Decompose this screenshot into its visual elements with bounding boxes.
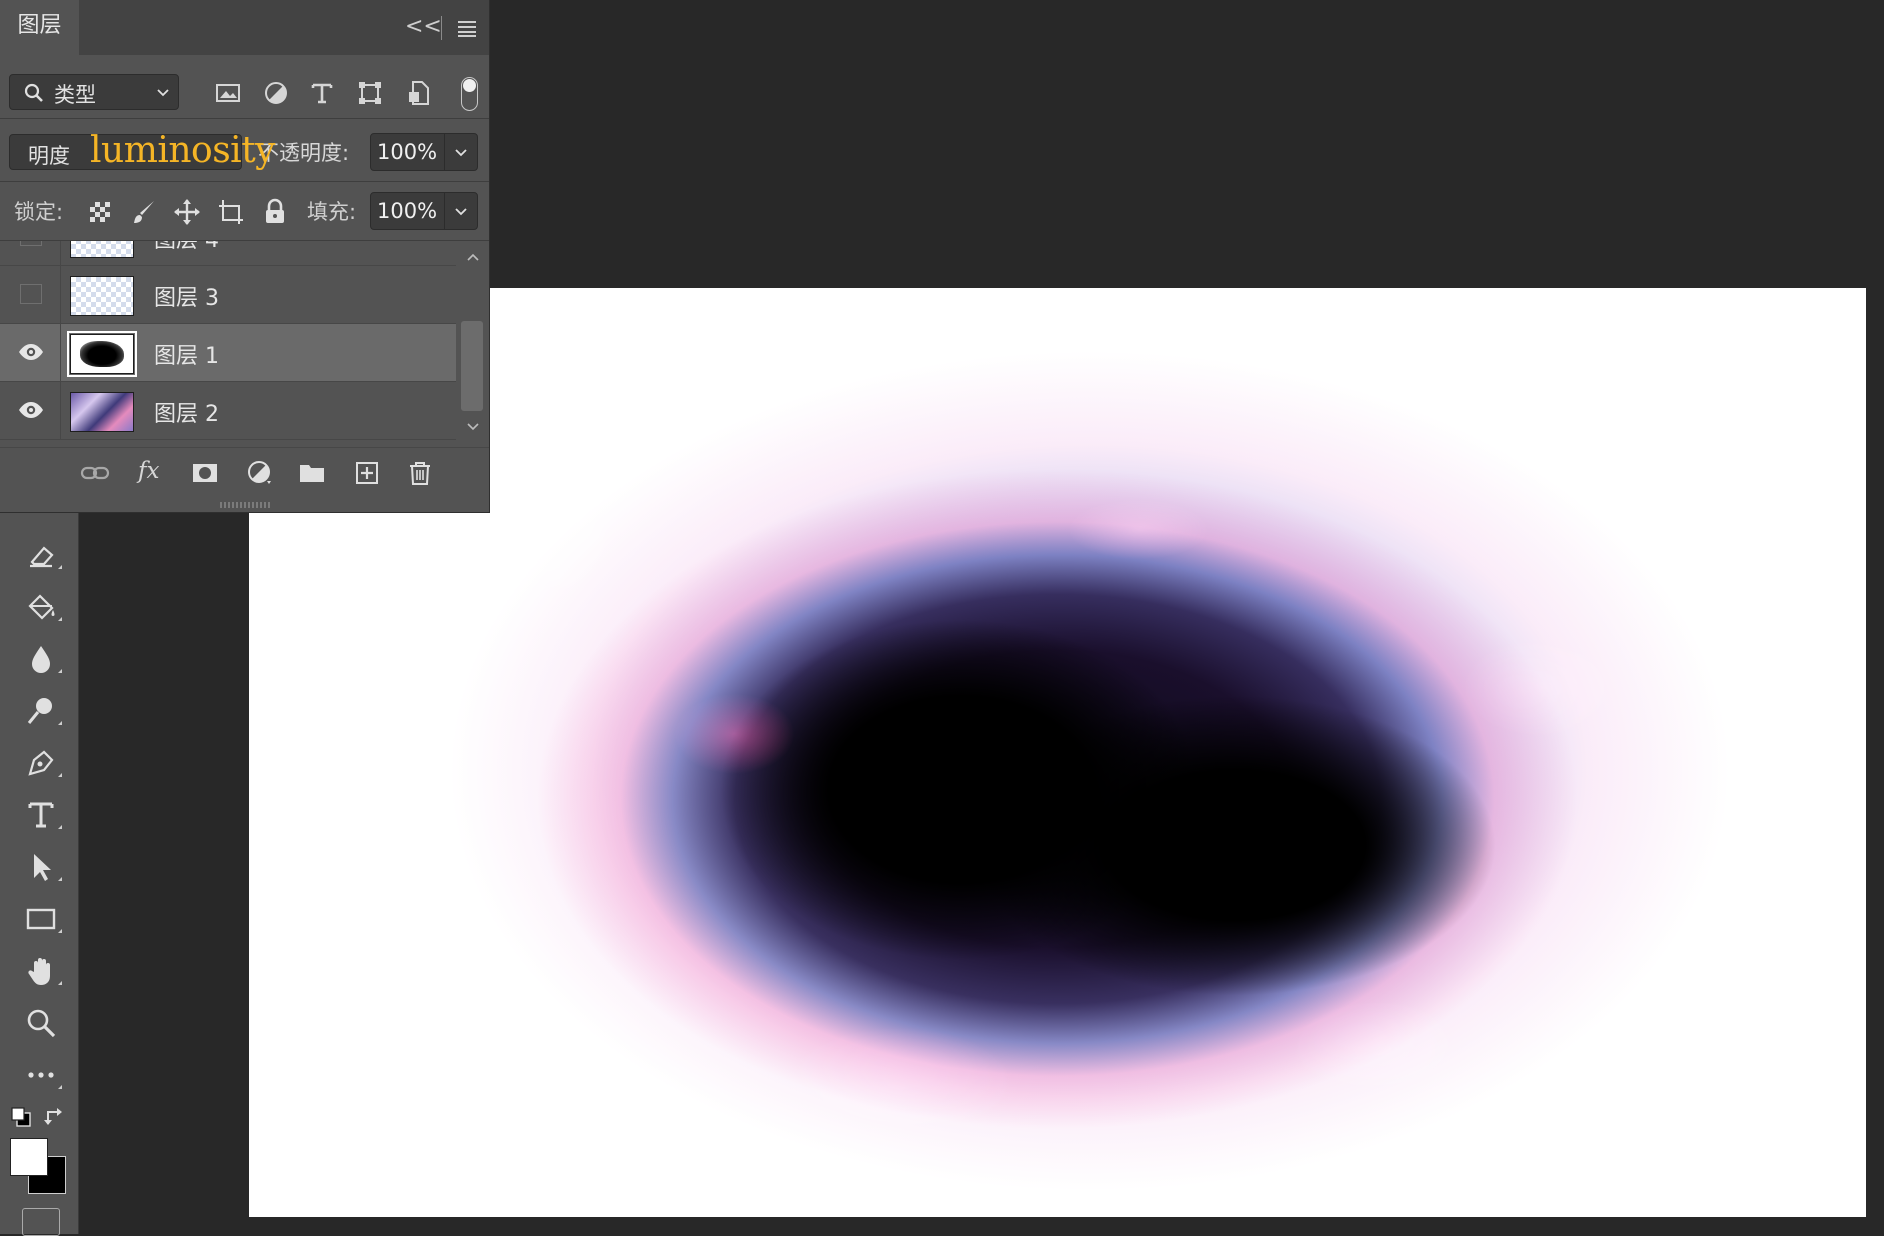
- visibility-toggle[interactable]: [0, 382, 61, 439]
- layer-style-icon[interactable]: fx: [138, 458, 168, 488]
- zoom-tool[interactable]: [14, 1001, 68, 1045]
- add-mask-icon[interactable]: [190, 458, 220, 488]
- layer-thumbnail: [70, 276, 134, 316]
- header-divider: [441, 16, 442, 40]
- layers-panel: 图层 << 类型 明度 不透明度: 100% 锁定: 填充: 100% 图层 3…: [0, 0, 490, 513]
- chevron-down-icon[interactable]: [466, 421, 480, 433]
- lock-all-icon[interactable]: [261, 198, 289, 226]
- delete-layer-icon[interactable]: [405, 458, 435, 488]
- blend-mode-label: 明度: [28, 144, 70, 168]
- layer-thumbnail: [70, 241, 134, 258]
- filter-kind-select[interactable]: 类型: [9, 74, 179, 110]
- droplet-icon: [32, 646, 50, 673]
- document-canvas[interactable]: [249, 288, 1866, 1217]
- visibility-toggle[interactable]: [0, 266, 61, 323]
- layer-mask-thumbnail: [67, 331, 137, 377]
- foreground-color-swatch[interactable]: [10, 1138, 48, 1176]
- eraser-icon: [30, 546, 54, 568]
- pen-tool[interactable]: [14, 741, 68, 785]
- opacity-value: 100%: [377, 140, 438, 164]
- hand-tool[interactable]: [14, 949, 68, 993]
- adjustment-filter-icon[interactable]: [261, 78, 291, 108]
- panel-menu-icon[interactable]: [455, 16, 479, 40]
- paint-bucket-icon: [28, 594, 55, 620]
- fx-label: fx: [138, 458, 160, 484]
- lock-label: 锁定:: [14, 200, 64, 224]
- hidden-visibility-box: [20, 284, 42, 304]
- filter-kind-label: 类型: [54, 83, 96, 107]
- dodge-tool[interactable]: [14, 689, 68, 733]
- layer-name: 图层 1: [154, 344, 219, 369]
- dodge-icon: [27, 698, 52, 724]
- search-icon: [24, 83, 43, 102]
- lock-transparent-pixels-icon[interactable]: [86, 198, 114, 226]
- new-group-icon[interactable]: [297, 458, 327, 488]
- layer-row[interactable]: 图层 2: [0, 382, 456, 440]
- hidden-visibility-box: [20, 241, 42, 246]
- lock-artboard-icon[interactable]: [217, 198, 245, 226]
- opacity-field[interactable]: 100%: [370, 133, 478, 171]
- quick-mask-button[interactable]: [22, 1208, 60, 1236]
- fill-value: 100%: [377, 199, 438, 223]
- new-layer-icon[interactable]: [352, 458, 382, 488]
- adjustment-layer-icon[interactable]: [245, 458, 275, 488]
- layer-row-selected[interactable]: 图层 1: [0, 324, 456, 382]
- layers-bottom-bar: fx: [0, 447, 489, 498]
- canvas-artwork-highlights: [249, 288, 1866, 1217]
- more-tools[interactable]: [14, 1053, 68, 1097]
- lock-position-icon[interactable]: [173, 198, 201, 226]
- arrow-cursor-icon: [34, 854, 51, 881]
- eye-icon: [19, 402, 43, 418]
- chevron-down-icon: [157, 89, 169, 97]
- pen-icon: [28, 750, 54, 776]
- collapse-panel-button[interactable]: <<: [405, 14, 442, 40]
- lock-image-pixels-icon[interactable]: [130, 198, 158, 226]
- layers-scrollbar[interactable]: [458, 241, 489, 447]
- type-icon: [28, 802, 54, 828]
- eraser-tool[interactable]: [14, 533, 68, 577]
- hand-icon: [28, 958, 50, 985]
- path-selection-tool[interactable]: [14, 845, 68, 889]
- layer-name: 图层 4: [154, 241, 219, 254]
- fill-label: 填充:: [307, 200, 357, 224]
- layer-thumbnail: [70, 392, 134, 432]
- rectangle-icon: [26, 908, 56, 930]
- default-colors-icon[interactable]: [10, 1106, 32, 1128]
- layer-list: 图层 4 图层 3 图层 1: [0, 241, 456, 447]
- ellipsis-icon: [28, 1072, 54, 1078]
- layer-name: 图层 3: [154, 286, 219, 311]
- filter-row: 类型: [0, 56, 489, 119]
- layer-row[interactable]: 图层 3: [0, 266, 456, 324]
- chevron-down-icon: [455, 149, 467, 157]
- paint-bucket-tool[interactable]: [14, 585, 68, 629]
- fill-field[interactable]: 100%: [370, 192, 478, 230]
- visibility-toggle[interactable]: [0, 324, 61, 381]
- smart-object-filter-icon[interactable]: [404, 78, 434, 108]
- visibility-toggle[interactable]: [0, 241, 61, 265]
- tab-layers[interactable]: 图层: [0, 0, 79, 57]
- image-filter-icon[interactable]: [213, 78, 243, 108]
- layer-row[interactable]: 图层 4: [0, 241, 456, 266]
- blend-mode-annotation: luminosity: [90, 130, 276, 171]
- chevron-up-icon[interactable]: [466, 251, 480, 263]
- blur-tool[interactable]: [14, 637, 68, 681]
- swap-colors-icon[interactable]: [42, 1104, 66, 1128]
- zoom-icon: [27, 1009, 56, 1038]
- lock-row: 锁定: 填充: 100%: [0, 182, 489, 241]
- opacity-dropdown-button[interactable]: [444, 134, 477, 170]
- layer-name: 图层 2: [154, 402, 219, 427]
- eye-icon: [19, 344, 43, 360]
- type-tool[interactable]: [14, 793, 68, 837]
- link-layers-icon[interactable]: [80, 458, 110, 488]
- shape-filter-icon[interactable]: [355, 78, 385, 108]
- fill-dropdown-button[interactable]: [444, 193, 477, 229]
- chevron-down-icon: [455, 208, 467, 216]
- filter-toggle-switch[interactable]: [461, 77, 478, 111]
- rectangle-tool[interactable]: [14, 897, 68, 941]
- panel-header: 图层 <<: [0, 0, 489, 57]
- type-filter-icon[interactable]: [307, 78, 337, 108]
- scroll-thumb[interactable]: [461, 321, 483, 411]
- panel-resize-grip[interactable]: [220, 502, 270, 508]
